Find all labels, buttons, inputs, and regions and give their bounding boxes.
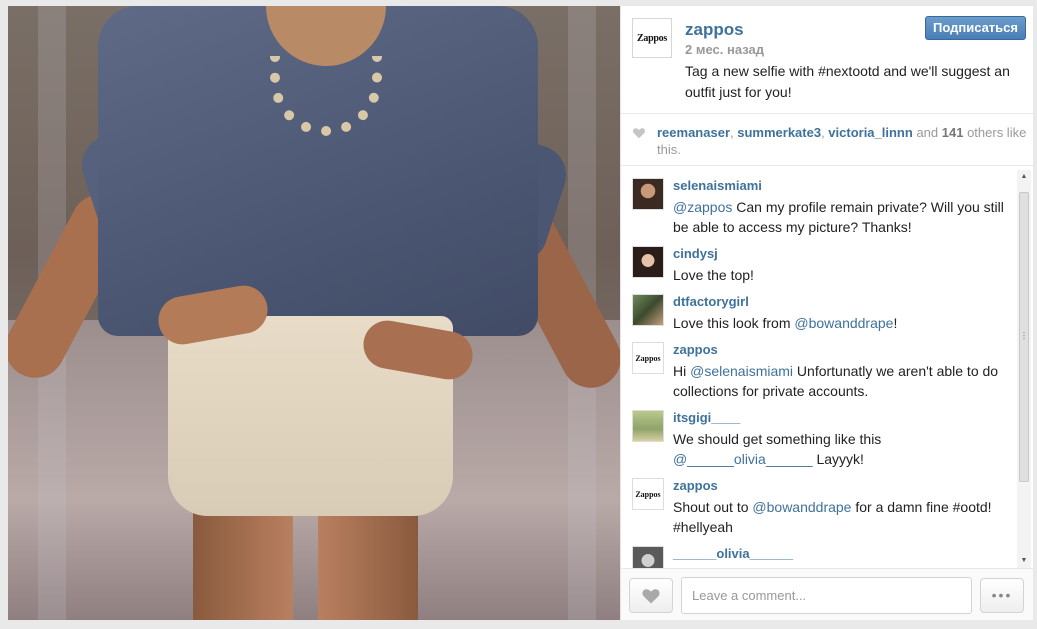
comment-item: dtfactorygirl Love this look from @bowan…: [632, 294, 1012, 336]
comment-text: We should get something like this @_____…: [673, 429, 1008, 469]
heart-icon: [642, 588, 660, 603]
zappos-logo-icon: Zappos: [635, 489, 661, 499]
commenter-username[interactable]: ______olivia______: [673, 546, 793, 561]
comment-item: Zappos zappos Shout out to @bowanddrape …: [632, 478, 1012, 542]
follow-button[interactable]: Подписаться: [924, 16, 1026, 40]
post-header: Zappos zappos Подписаться 2 мес. назад T…: [621, 6, 1033, 114]
commenter-avatar[interactable]: [632, 546, 664, 568]
comment-item: Zappos zappos Hi @selenaismiami Unfortun…: [632, 342, 1012, 406]
commenter-username[interactable]: zappos: [673, 342, 718, 357]
commenter-avatar[interactable]: [632, 178, 664, 210]
commenter-avatar[interactable]: [632, 410, 664, 442]
comment-text: Love this look from @bowanddrape!: [673, 313, 1008, 333]
comment-body: !: [893, 315, 898, 331]
comment-text: Hi @selenaismiami Unfortunatly we aren't…: [673, 361, 1008, 401]
comment-text: Love the top!: [673, 267, 754, 283]
comment-body: Layyyk!: [812, 451, 864, 467]
likes-text: reemanaser, summerkate3, victoria_linnn …: [657, 124, 1027, 158]
comment-mention[interactable]: @______olivia______: [673, 451, 813, 467]
comment-mention[interactable]: @bowanddrape: [794, 315, 893, 331]
comment-mention[interactable]: @selenaismiami: [690, 363, 793, 379]
likes-and: and: [912, 125, 942, 140]
heart-icon: [633, 128, 645, 139]
comment-mention[interactable]: @zappos: [673, 199, 732, 215]
zappos-logo-icon: Zappos: [637, 32, 667, 44]
post-photo[interactable]: [8, 6, 620, 620]
comment-footer: •••: [621, 568, 1033, 620]
scroll-down-arrow-icon[interactable]: ▼: [1017, 554, 1031, 568]
comment-body: Shout out to: [673, 499, 753, 515]
scroll-thumb[interactable]: ---: [1019, 192, 1029, 482]
commenter-avatar[interactable]: [632, 246, 664, 278]
post-caption: Tag a new selfie with #nextootd and we'l…: [685, 63, 1010, 100]
comment-list: selenaismiami @zappos Can my profile rem…: [621, 167, 1033, 568]
comment-text: @zappos Can my profile remain private? W…: [673, 197, 1008, 237]
comment-item: itsgigi____ We should get something like…: [632, 410, 1012, 474]
comment-mention[interactable]: @bowanddrape: [752, 499, 851, 515]
post-side-panel: Zappos zappos Подписаться 2 мес. назад T…: [620, 6, 1033, 620]
liker-username[interactable]: reemanaser: [657, 125, 730, 140]
commenter-avatar[interactable]: Zappos: [632, 342, 664, 374]
likes-summary: reemanaser, summerkate3, victoria_linnn …: [621, 114, 1033, 166]
post-modal: Zappos zappos Подписаться 2 мес. назад T…: [8, 6, 1033, 620]
scroll-up-arrow-icon[interactable]: ▲: [1017, 170, 1031, 184]
liker-username[interactable]: summerkate3: [737, 125, 821, 140]
comment-item: selenaismiami @zappos Can my profile rem…: [632, 178, 1012, 242]
liker-username[interactable]: victoria_linnn: [828, 125, 913, 140]
comment-body: We should get something like this: [673, 431, 882, 447]
likes-count[interactable]: 141: [942, 125, 964, 140]
commenter-username[interactable]: zappos: [673, 478, 718, 493]
commenter-avatar[interactable]: Zappos: [632, 478, 664, 510]
like-button[interactable]: [629, 578, 673, 613]
comment-input[interactable]: [681, 577, 972, 614]
comments-scrollbar[interactable]: ▲ --- ▼: [1017, 170, 1031, 568]
comment-body: Love this look from: [673, 315, 795, 331]
more-options-button[interactable]: •••: [980, 578, 1024, 613]
comment-text: Shout out to @bowanddrape for a damn fin…: [673, 497, 1008, 537]
owner-username[interactable]: zappos: [685, 20, 744, 40]
commenter-username[interactable]: dtfactorygirl: [673, 294, 749, 309]
grip-icon: ---: [1022, 328, 1026, 343]
commenter-username[interactable]: cindysj: [673, 246, 718, 261]
comment-body: Hi: [673, 363, 691, 379]
post-timestamp: 2 мес. назад: [685, 42, 764, 57]
owner-avatar[interactable]: Zappos: [632, 18, 672, 58]
comment-item: ______olivia______: [632, 546, 1012, 568]
commenter-username[interactable]: itsgigi____: [673, 410, 740, 425]
zappos-logo-icon: Zappos: [635, 353, 661, 363]
comment-item: cindysj Love the top!: [632, 246, 1012, 288]
commenter-avatar[interactable]: [632, 294, 664, 326]
commenter-username[interactable]: selenaismiami: [673, 178, 762, 193]
